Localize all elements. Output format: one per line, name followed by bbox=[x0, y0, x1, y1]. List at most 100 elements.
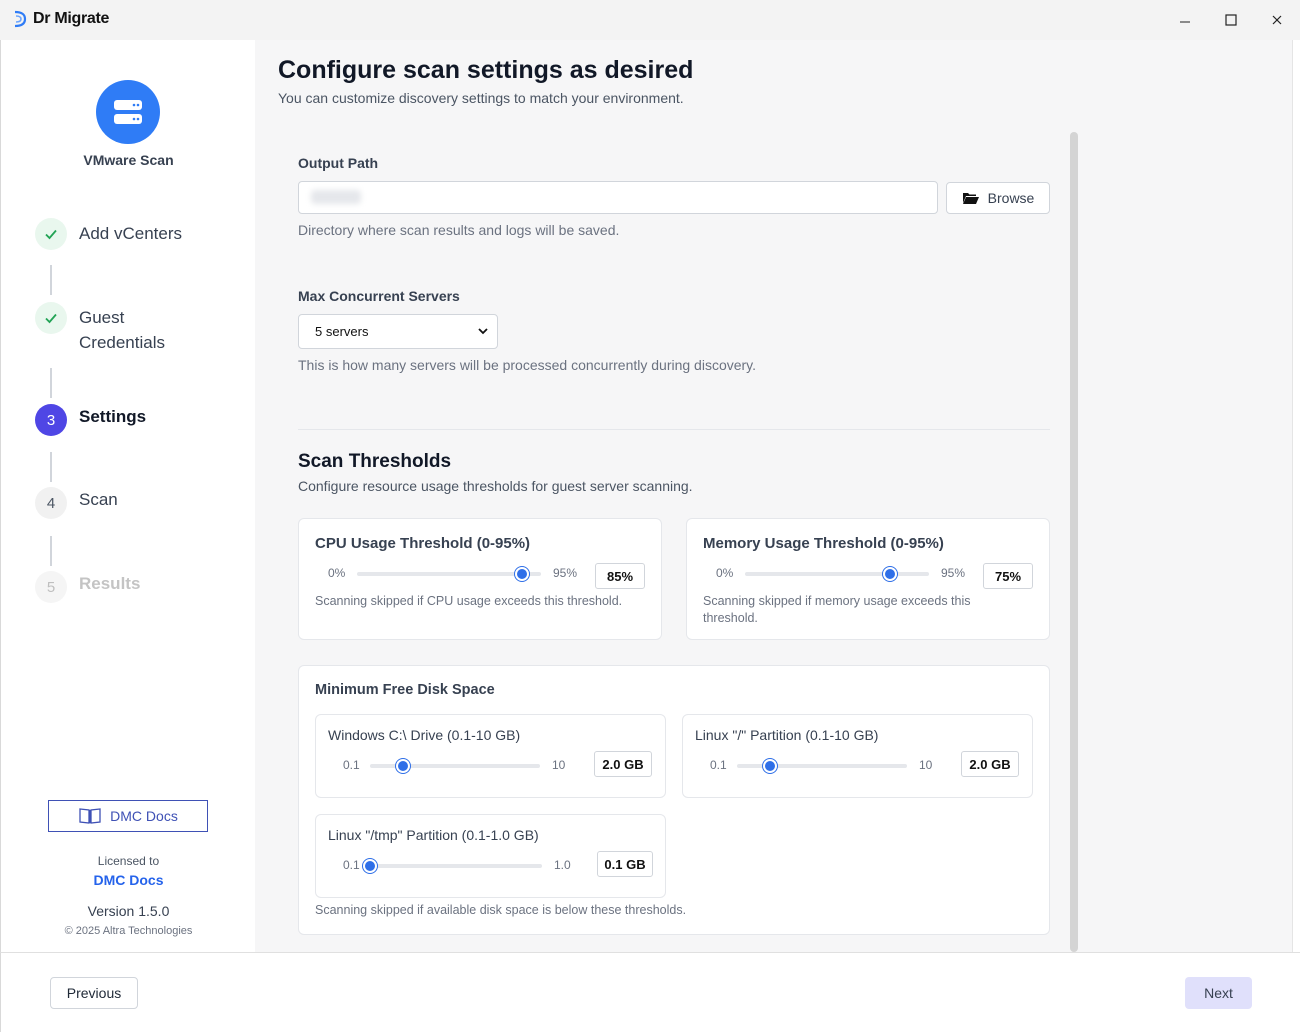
step-label: Results bbox=[79, 574, 141, 593]
linux-root-slider[interactable]: 0.1 10 2.0 GB bbox=[695, 751, 1023, 777]
licensee-name: DMC Docs bbox=[93, 872, 164, 888]
cpu-slider-thumb[interactable] bbox=[514, 567, 529, 581]
step-connector bbox=[50, 265, 52, 295]
linux-tmp-slider-thumb[interactable] bbox=[363, 859, 377, 873]
check-icon bbox=[45, 313, 57, 324]
page-subtitle: You can customize discovery settings to … bbox=[278, 90, 684, 106]
memory-threshold-help: Scanning skipped if memory usage exceeds… bbox=[703, 594, 971, 625]
close-icon bbox=[1272, 15, 1282, 25]
scan-thresholds-subtitle: Configure resource usage thresholds for … bbox=[298, 478, 693, 494]
browse-button[interactable]: Browse bbox=[946, 182, 1050, 214]
step-number: 5 bbox=[35, 571, 67, 603]
output-path-redacted bbox=[311, 190, 361, 204]
linux-tmp-slider-track[interactable] bbox=[363, 859, 542, 873]
step-label: Scan bbox=[79, 490, 118, 509]
server-icon bbox=[114, 100, 142, 124]
next-button[interactable]: Next bbox=[1185, 977, 1252, 1009]
memory-slider-thumb[interactable] bbox=[883, 567, 898, 581]
sidebar: VMware Scan Add vCenters Guest Credentia… bbox=[0, 40, 255, 952]
step-1-check bbox=[35, 218, 67, 250]
output-path-help: Directory where scan results and logs wi… bbox=[298, 222, 620, 238]
copyright-text: © 2025 Altra Technologies bbox=[64, 925, 193, 937]
linux-root-slider-thumb[interactable] bbox=[762, 759, 777, 773]
linux-root-value[interactable]: 2.0 GB bbox=[961, 751, 1019, 777]
step-label: Settings bbox=[79, 407, 147, 426]
check-icon bbox=[45, 229, 57, 240]
linux-tmp-value[interactable]: 0.1 GB bbox=[597, 851, 653, 877]
cpu-slider-min: 0% bbox=[328, 566, 346, 580]
step-2-check bbox=[35, 302, 67, 334]
window-edge bbox=[1292, 40, 1300, 952]
step-number: 4 bbox=[35, 487, 67, 519]
page-title: Configure scan settings as desired bbox=[278, 56, 694, 84]
windows-drive-value[interactable]: 2.0 GB bbox=[594, 751, 652, 777]
scan-title: VMware Scan bbox=[83, 152, 174, 168]
chevron-down-icon bbox=[478, 328, 488, 335]
memory-slider-track[interactable] bbox=[745, 567, 929, 581]
vmware-scan-logo bbox=[96, 80, 160, 144]
max-concurrent-select[interactable]: 5 servers bbox=[298, 314, 498, 349]
linux-tmp-slider-min: 0.1 bbox=[343, 858, 360, 872]
minimize-button[interactable] bbox=[1162, 0, 1208, 40]
cpu-threshold-help: Scanning skipped if CPU usage exceeds th… bbox=[315, 594, 623, 608]
step-number: 3 bbox=[35, 404, 67, 436]
linux-root-card: Linux "/" Partition (0.1-10 GB) 0.1 10 2… bbox=[682, 714, 1033, 798]
book-icon bbox=[79, 808, 101, 824]
memory-slider-max: 95% bbox=[941, 566, 966, 580]
cpu-slider-max: 95% bbox=[553, 566, 578, 580]
app-title: Dr Migrate bbox=[33, 10, 110, 27]
linux-tmp-slider[interactable]: 0.1 1.0 0.1 GB bbox=[328, 851, 656, 877]
cpu-threshold-card: CPU Usage Threshold (0-95%) 0% 95% 85% S… bbox=[298, 518, 662, 640]
windows-slider-track[interactable] bbox=[370, 759, 540, 773]
close-button[interactable] bbox=[1254, 0, 1300, 40]
windows-slider-max: 10 bbox=[552, 758, 566, 772]
max-concurrent-label: Max Concurrent Servers bbox=[298, 288, 460, 304]
output-path-label: Output Path bbox=[298, 155, 379, 171]
linux-tmp-title: Linux "/tmp" Partition (0.1-1.0 GB) bbox=[328, 827, 539, 843]
windows-slider-min: 0.1 bbox=[343, 758, 360, 772]
windows-slider-thumb[interactable] bbox=[395, 759, 410, 773]
browse-label: Browse bbox=[987, 190, 1035, 206]
memory-slider-min: 0% bbox=[716, 566, 734, 580]
scan-thresholds-title: Scan Thresholds bbox=[298, 451, 452, 472]
cpu-threshold-title: CPU Usage Threshold (0-95%) bbox=[315, 535, 531, 552]
step-connector bbox=[50, 368, 52, 398]
licensed-to-label: Licensed to bbox=[97, 854, 160, 868]
linux-tmp-slider-max: 1.0 bbox=[554, 858, 571, 872]
memory-threshold-value[interactable]: 75% bbox=[983, 563, 1033, 589]
previous-button[interactable]: Previous bbox=[50, 977, 138, 1009]
disk-space-card: Minimum Free Disk Space Windows C:\ Driv… bbox=[298, 665, 1050, 935]
linux-tmp-card: Linux "/tmp" Partition (0.1-1.0 GB) 0.1 … bbox=[315, 814, 666, 898]
maximize-button[interactable] bbox=[1208, 0, 1254, 40]
version-text: Version 1.5.0 bbox=[87, 903, 170, 919]
memory-slider[interactable]: 0% 95% 75% bbox=[703, 563, 1035, 589]
dmc-docs-button[interactable]: DMC Docs bbox=[48, 800, 208, 832]
linux-root-slider-max: 10 bbox=[919, 758, 933, 772]
scrollbar[interactable] bbox=[1070, 132, 1078, 952]
cpu-slider[interactable]: 0% 95% 85% bbox=[315, 563, 647, 589]
title-bar: Dr Migrate bbox=[0, 0, 1300, 40]
footer: Previous Next bbox=[0, 952, 1300, 1032]
linux-root-title: Linux "/" Partition (0.1-10 GB) bbox=[695, 727, 879, 743]
windows-drive-card: Windows C:\ Drive (0.1-10 GB) 0.1 10 2.0… bbox=[315, 714, 666, 798]
linux-root-slider-track[interactable] bbox=[737, 759, 907, 773]
step-connector bbox=[50, 452, 52, 482]
linux-root-slider-min: 0.1 bbox=[710, 758, 727, 772]
disk-space-title: Minimum Free Disk Space bbox=[315, 682, 495, 698]
dr-migrate-logo-icon bbox=[14, 10, 27, 28]
memory-threshold-card: Memory Usage Threshold (0-95%) 0% 95% 75… bbox=[686, 518, 1050, 640]
cpu-threshold-value[interactable]: 85% bbox=[595, 563, 645, 589]
folder-open-icon bbox=[962, 193, 979, 204]
step-label: Guest Credentials bbox=[79, 308, 165, 352]
minimize-icon bbox=[1180, 21, 1190, 23]
cpu-slider-track[interactable] bbox=[357, 567, 541, 581]
max-concurrent-value: 5 servers bbox=[315, 324, 369, 339]
step-label: Add vCenters bbox=[79, 224, 182, 243]
main-content: Configure scan settings as desired You c… bbox=[255, 40, 1292, 952]
output-path-input[interactable] bbox=[298, 181, 938, 214]
section-divider bbox=[298, 429, 1050, 430]
windows-drive-slider[interactable]: 0.1 10 2.0 GB bbox=[328, 751, 656, 777]
maximize-icon bbox=[1225, 14, 1237, 26]
dmc-docs-label: DMC Docs bbox=[110, 808, 178, 824]
max-concurrent-help: This is how many servers will be process… bbox=[298, 357, 757, 373]
